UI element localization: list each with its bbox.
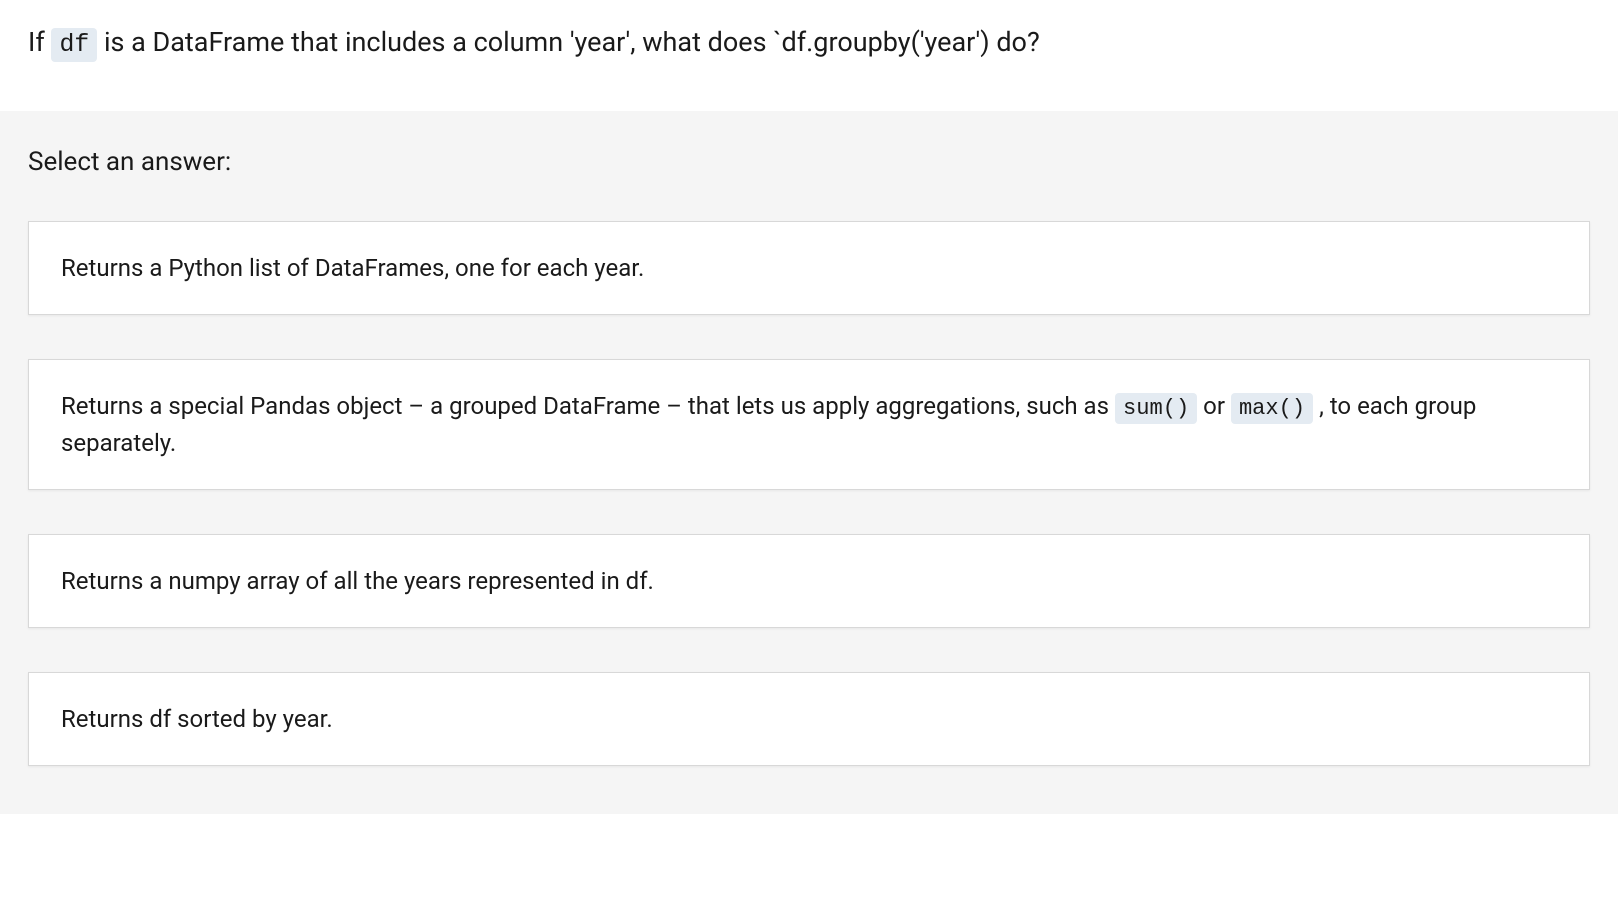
answer-option-0[interactable]: Returns a Python list of DataFrames, one… bbox=[28, 221, 1590, 315]
answer-text: Returns a special Pandas object – a grou… bbox=[61, 392, 1115, 420]
answers-heading: Select an answer: bbox=[28, 147, 1590, 177]
question-section: If df is a DataFrame that includes a col… bbox=[0, 0, 1618, 111]
answers-container: Returns a Python list of DataFrames, one… bbox=[28, 221, 1590, 766]
answer-option-2[interactable]: Returns a numpy array of all the years r… bbox=[28, 534, 1590, 628]
question-prefix: If bbox=[28, 26, 51, 58]
question-suffix: is a DataFrame that includes a column 'y… bbox=[97, 26, 1039, 58]
question-code-df: df bbox=[51, 28, 97, 62]
answer-text: Returns a Python list of DataFrames, one… bbox=[61, 254, 644, 282]
answer-text: or bbox=[1197, 392, 1231, 420]
answer-option-3[interactable]: Returns df sorted by year. bbox=[28, 672, 1590, 766]
answer-text: Returns a numpy array of all the years r… bbox=[61, 567, 654, 595]
answer-code: max() bbox=[1231, 393, 1313, 424]
answer-code: sum() bbox=[1115, 393, 1197, 424]
question-text: If df is a DataFrame that includes a col… bbox=[28, 24, 1590, 63]
answer-option-1[interactable]: Returns a special Pandas object – a grou… bbox=[28, 359, 1590, 490]
answer-text: Returns df sorted by year. bbox=[61, 705, 333, 733]
answers-section: Select an answer: Returns a Python list … bbox=[0, 111, 1618, 814]
